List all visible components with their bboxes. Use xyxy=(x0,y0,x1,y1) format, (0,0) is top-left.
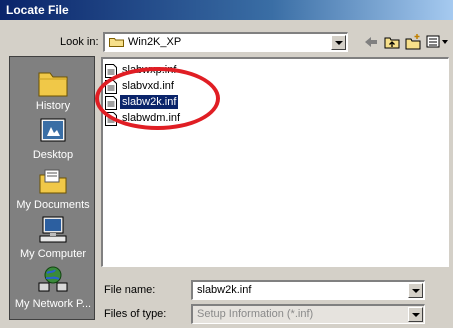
look-in-value: Win2K_XP xyxy=(128,36,182,48)
place-my-network-places[interactable]: My Network P... xyxy=(10,265,96,310)
place-my-documents[interactable]: My Documents xyxy=(10,166,96,211)
look-in-label: Look in: xyxy=(60,36,99,48)
view-menu-icon[interactable] xyxy=(426,34,450,50)
files-of-type-value: Setup Information (*.inf) xyxy=(197,308,314,320)
my-computer-icon xyxy=(39,216,67,243)
file-name-label: File name: xyxy=(104,284,156,296)
title-bar: Locate File xyxy=(0,0,453,20)
create-new-folder-icon[interactable] xyxy=(405,34,421,50)
window-title: Locate File xyxy=(6,3,69,17)
history-icon xyxy=(38,72,68,97)
my-network-places-icon xyxy=(38,266,68,292)
my-documents-icon xyxy=(39,169,67,194)
file-name-dropdown-arrow-icon[interactable] xyxy=(408,283,423,298)
place-my-computer[interactable]: My Computer xyxy=(10,215,96,260)
place-label: My Network P... xyxy=(14,298,92,310)
up-one-level-icon[interactable] xyxy=(384,34,400,50)
files-of-type-dropdown-arrow-icon[interactable] xyxy=(408,307,423,322)
files-of-type-label: Files of type: xyxy=(104,308,167,320)
files-of-type-dropdown[interactable]: Setup Information (*.inf) xyxy=(191,304,425,324)
place-label: My Computer xyxy=(19,248,87,260)
folder-icon xyxy=(109,38,124,47)
file-name-value: slabw2k.inf xyxy=(197,284,252,296)
place-desktop[interactable]: Desktop xyxy=(10,116,96,161)
place-label: Desktop xyxy=(32,149,74,161)
desktop-icon xyxy=(40,118,66,142)
places-bar: History Desktop My Documents My Computer… xyxy=(9,56,95,320)
back-icon[interactable] xyxy=(364,34,378,50)
place-history[interactable]: History xyxy=(10,67,96,112)
look-in-dropdown-arrow-icon[interactable] xyxy=(331,35,346,50)
look-in-dropdown[interactable]: Win2K_XP xyxy=(103,32,348,52)
place-label: My Documents xyxy=(16,199,90,211)
highlight-circle-annotation xyxy=(95,67,220,130)
place-label: History xyxy=(35,100,71,112)
file-name-input[interactable]: slabw2k.inf xyxy=(191,280,425,300)
